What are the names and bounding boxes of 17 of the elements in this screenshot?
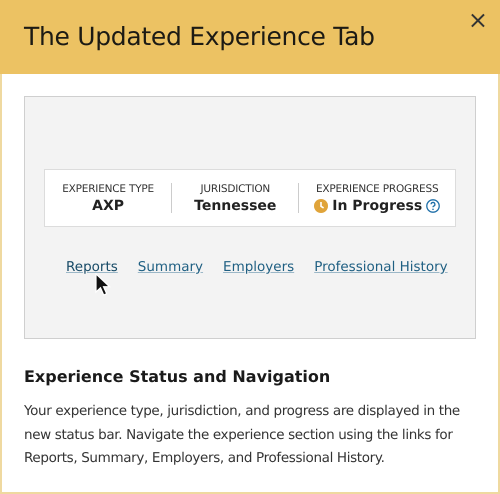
nav-link[interactable]: Summary [138, 259, 204, 275]
status-label: EXPERIENCE TYPE [62, 182, 154, 194]
clock-icon [314, 198, 328, 212]
section-text: Your experience type, jurisdiction, and progress are displayed in the new status bar. Navigate the experience section using the links for Reports, Summary, Employers, and Professional History. [24, 402, 461, 468]
status-value: AXP [92, 198, 124, 214]
status-value: In Progress [332, 198, 422, 214]
status-label: EXPERIENCE PROGRESS [316, 182, 438, 194]
nav-link[interactable]: Employers [223, 259, 294, 275]
nav-link[interactable]: Reports [66, 259, 118, 275]
section-heading: Experience Status and Navigation [24, 367, 332, 386]
status-value: Tennessee [194, 198, 276, 214]
nav-link[interactable]: Professional History [314, 259, 448, 275]
help-icon[interactable] [426, 198, 440, 212]
status-label: JURISDICTION [200, 182, 270, 194]
cursor-icon [95, 273, 112, 297]
close-button[interactable]: × [464, 6, 492, 34]
dialog-title: The Updated Experience Tab [24, 22, 375, 51]
